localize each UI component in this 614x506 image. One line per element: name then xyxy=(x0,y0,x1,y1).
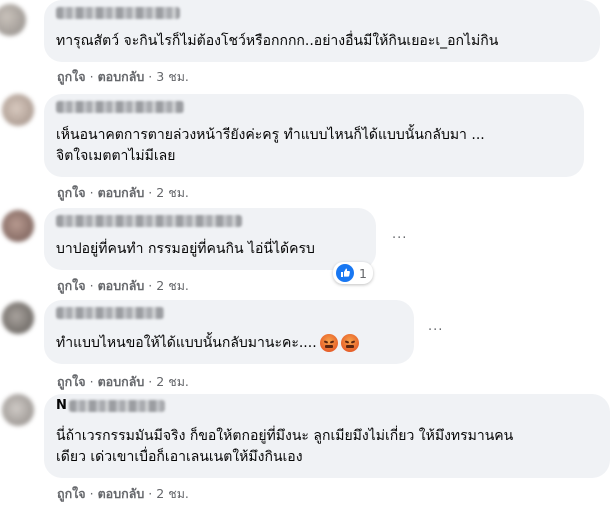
comment-text-line-1: บาปอยู่ที่คนทำ กรรมอยู่ที่คนกิน ไอ่นี่ได… xyxy=(56,241,315,257)
reaction-summary[interactable]: 1 xyxy=(333,262,373,284)
commenter-name[interactable] xyxy=(56,307,164,319)
timestamp[interactable]: 2 ชม. xyxy=(156,486,189,501)
separator: · xyxy=(148,69,153,84)
like-button[interactable]: ถูกใจ xyxy=(57,374,86,389)
separator: · xyxy=(148,185,153,200)
comment-actions: ถูกใจ · ตอบกลับ · 2 ชม. xyxy=(57,484,189,504)
more-options-icon[interactable]: ··· xyxy=(392,232,416,246)
separator: · xyxy=(89,374,94,389)
angry-face-icon xyxy=(340,334,359,352)
like-button[interactable]: ถูกใจ xyxy=(57,278,86,293)
comment-text-line-2: เดียว เด่วเขาเบื่อก็เอาเลนเนตให้มึงกินเอ… xyxy=(56,449,303,465)
separator: · xyxy=(89,486,94,501)
separator: · xyxy=(89,278,94,293)
like-reaction-icon xyxy=(336,264,354,282)
timestamp[interactable]: 2 ชม. xyxy=(156,185,189,200)
comment-actions: ถูกใจ · ตอบกลับ · 3 ชม. xyxy=(57,67,189,87)
comment-actions: ถูกใจ · ตอบกลับ · 2 ชม. xyxy=(57,183,189,203)
commenter-name-initial[interactable]: N xyxy=(56,398,67,413)
comment-bubble: ทารุณสัตว์ จะกินไรก็ไม่ต้องโชว์หรือกกกก.… xyxy=(44,0,600,62)
angry-face-icon xyxy=(319,334,338,352)
timestamp[interactable]: 3 ชม. xyxy=(156,69,189,84)
reply-button[interactable]: ตอบกลับ xyxy=(98,69,145,84)
commenter-avatar[interactable] xyxy=(2,394,34,426)
comment-bubble: N นี่ถ้าเวรกรรมมันมีจริง ก็ขอให้ตกอยู่ที… xyxy=(44,394,610,478)
separator: · xyxy=(89,185,94,200)
comment-text-line-1: ทารุณสัตว์ จะกินไรก็ไม่ต้องโชว์หรือกกกก.… xyxy=(56,33,499,49)
reply-button[interactable]: ตอบกลับ xyxy=(98,185,145,200)
commenter-name[interactable] xyxy=(56,7,180,19)
comment-bubble: ทำแบบไหนขอให้ได้แบบนั้นกลับมานะคะ.... xyxy=(44,300,414,364)
timestamp[interactable]: 2 ชม. xyxy=(156,278,189,293)
separator: · xyxy=(89,69,94,84)
commenter-name[interactable] xyxy=(56,215,242,227)
commenter-avatar[interactable] xyxy=(0,4,26,36)
reply-button[interactable]: ตอบกลับ xyxy=(98,486,145,501)
reply-button[interactable]: ตอบกลับ xyxy=(98,374,145,389)
comment-bubble: บาปอยู่ที่คนทำ กรรมอยู่ที่คนกิน ไอ่นี่ได… xyxy=(44,208,376,270)
comment-actions: ถูกใจ · ตอบกลับ · 2 ชม. xyxy=(57,372,189,392)
comment-text-line-2: จิตใจเมตตาไม่มีเลย xyxy=(56,148,176,164)
comment-text-line-1: ทำแบบไหนขอให้ได้แบบนั้นกลับมานะคะ.... xyxy=(56,333,359,354)
comment-bubble: เห็นอนาคตการตายล่วงหน้ารียังค่ะครู ทำแบบ… xyxy=(44,94,584,177)
comment-text: ทำแบบไหนขอให้ได้แบบนั้นกลับมานะคะ.... xyxy=(56,335,317,351)
timestamp[interactable]: 2 ชม. xyxy=(156,374,189,389)
commenter-name-row: N xyxy=(56,398,165,413)
commenter-name[interactable] xyxy=(56,101,184,113)
commenter-avatar[interactable] xyxy=(2,210,34,242)
commenter-name[interactable] xyxy=(68,399,165,412)
comment-text-line-1: นี่ถ้าเวรกรรมมันมีจริง ก็ขอให้ตกอยู่ที่ม… xyxy=(56,428,514,444)
commenter-avatar[interactable] xyxy=(2,302,34,334)
separator: · xyxy=(148,486,153,501)
comment-text-line-1: เห็นอนาคตการตายล่วงหน้ารียังค่ะครู ทำแบบ… xyxy=(56,127,485,143)
reply-button[interactable]: ตอบกลับ xyxy=(98,278,145,293)
separator: · xyxy=(148,374,153,389)
reaction-count: 1 xyxy=(359,265,367,281)
more-options-icon[interactable]: ··· xyxy=(428,324,452,338)
like-button[interactable]: ถูกใจ xyxy=(57,69,86,84)
like-button[interactable]: ถูกใจ xyxy=(57,486,86,501)
comment-actions: ถูกใจ · ตอบกลับ · 2 ชม. xyxy=(57,276,189,296)
separator: · xyxy=(148,278,153,293)
like-button[interactable]: ถูกใจ xyxy=(57,185,86,200)
commenter-avatar[interactable] xyxy=(2,94,34,126)
